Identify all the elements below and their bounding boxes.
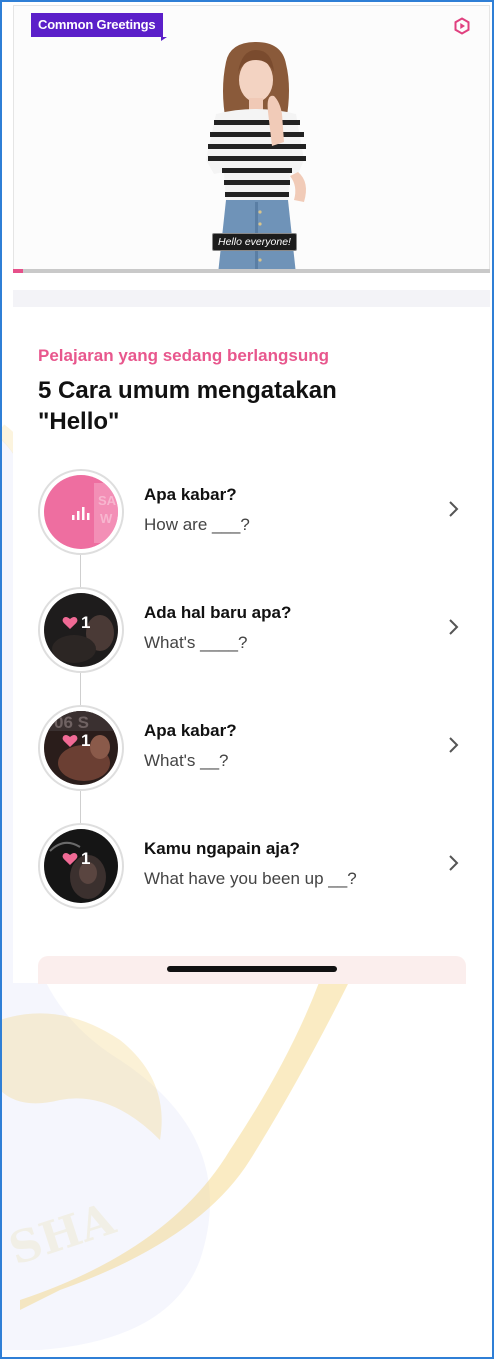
hexagon-play-icon[interactable] <box>453 17 471 35</box>
lesson-status-label: Pelajaran yang sedang berlangsung <box>38 346 329 365</box>
chevron-right-icon <box>449 619 459 635</box>
like-count-badge: 1 <box>62 613 90 633</box>
like-count-badge: 1 <box>62 731 90 751</box>
lesson-thumbnail: 06 S 1 <box>38 705 124 791</box>
video-caption: Hello everyone! <box>212 233 297 251</box>
lesson-item[interactable]: 1 Ada hal baru apa? What's ____? <box>38 587 478 677</box>
chevron-right-icon <box>449 855 459 871</box>
lesson-item[interactable]: 06 S 1 Apa kabar? What's __? <box>38 705 478 795</box>
chevron-right-icon <box>449 501 459 517</box>
like-count: 1 <box>81 849 91 868</box>
video-topic-tag: Common Greetings <box>31 13 168 41</box>
audio-bars-icon <box>72 507 90 520</box>
heart-icon <box>62 734 78 747</box>
video-progress-fill <box>13 269 23 273</box>
lesson-item-subtitle: How are ___? <box>144 515 250 534</box>
lesson-item-subtitle: What have you been up __? <box>144 869 357 888</box>
heart-icon <box>62 616 78 629</box>
chevron-right-icon <box>449 737 459 753</box>
lesson-thumbnail: SA W <box>38 469 124 555</box>
lesson-item[interactable]: 1 Kamu ngapain aja? What have you been u… <box>38 823 478 913</box>
lesson-title: 5 Cara umum mengatakan "Hello" <box>38 377 337 435</box>
video-player[interactable]: Common Greetings Hello everyone! <box>13 5 490 273</box>
video-progress-bar[interactable] <box>13 269 490 273</box>
like-count-badge: 1 <box>62 849 90 869</box>
lesson-item-title: Apa kabar? <box>144 721 237 740</box>
svg-text:W: W <box>100 511 113 526</box>
lesson-item-title: Kamu ngapain aja? <box>144 839 300 858</box>
svg-text:SA: SA <box>98 493 117 508</box>
like-count: 1 <box>81 613 91 632</box>
lesson-item-subtitle: What's __? <box>144 751 229 770</box>
lesson-item-subtitle: What's ____? <box>144 633 248 652</box>
heart-icon <box>62 852 78 865</box>
svg-text:06 S: 06 S <box>54 713 89 732</box>
lesson-thumbnail: 1 <box>38 823 124 909</box>
section-divider <box>13 290 490 307</box>
like-count: 1 <box>81 731 91 750</box>
home-indicator[interactable] <box>167 966 337 972</box>
lesson-item-title: Ada hal baru apa? <box>144 603 292 622</box>
lesson-item-title: Apa kabar? <box>144 485 237 504</box>
lesson-item[interactable]: SA W Apa kabar? How are ___? <box>38 469 478 559</box>
lesson-thumbnail: 1 <box>38 587 124 673</box>
lesson-panel: Pelajaran yang sedang berlangsung 5 Cara… <box>13 307 490 984</box>
